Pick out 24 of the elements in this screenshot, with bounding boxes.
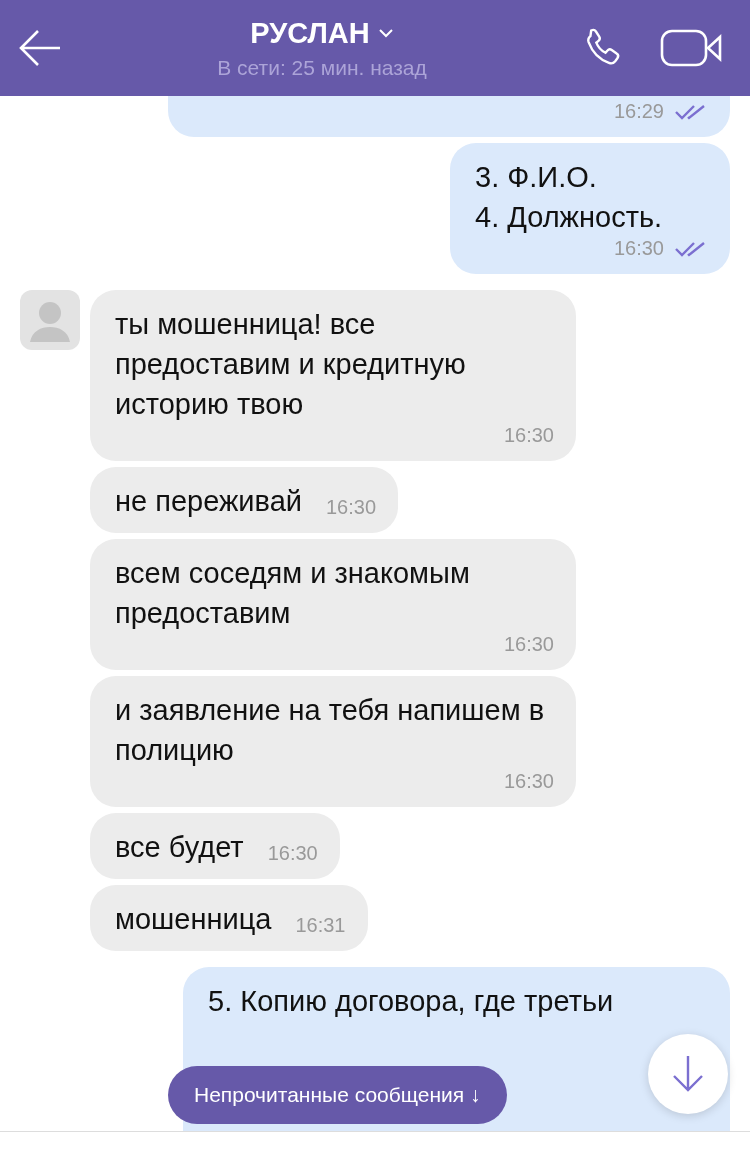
message-time: 16:30 [613, 237, 664, 260]
online-status: В сети: 25 мин. назад [217, 55, 427, 80]
message-text: не переживай [115, 484, 302, 519]
message-text: все будет [115, 830, 244, 865]
unread-messages-button[interactable]: Непрочитанные сообщения ↓ [168, 1066, 507, 1124]
back-icon[interactable] [18, 28, 62, 68]
message-time: 16:31 [295, 914, 346, 937]
message-text: мошенница [115, 902, 272, 937]
message-text: 4. Должность. [475, 200, 664, 235]
message-text: 3. Ф.И.О. [475, 160, 598, 195]
message-text: всем соседям и знакомым предоставим [115, 556, 471, 631]
message-time: 16:30 [267, 842, 318, 865]
video-camera-icon[interactable] [660, 28, 724, 68]
message-time: 16:30 [503, 770, 554, 793]
message-text: и заявление на тебя напишем в полицию [115, 693, 546, 768]
message-time: 16:30 [326, 496, 377, 519]
arrow-down-icon [670, 1054, 706, 1094]
message-time: 16:29 [613, 100, 664, 123]
chevron-down-icon[interactable] [377, 28, 394, 38]
message-text: ты мошенница! все предоставим и кредитную историю твою [115, 307, 467, 422]
message-time: 16:30 [503, 424, 554, 447]
message-text: 5. Копию договора, где третьи [208, 984, 615, 1019]
contact-name[interactable]: РУСЛАН [250, 16, 370, 50]
message-time: 16:30 [503, 633, 554, 656]
